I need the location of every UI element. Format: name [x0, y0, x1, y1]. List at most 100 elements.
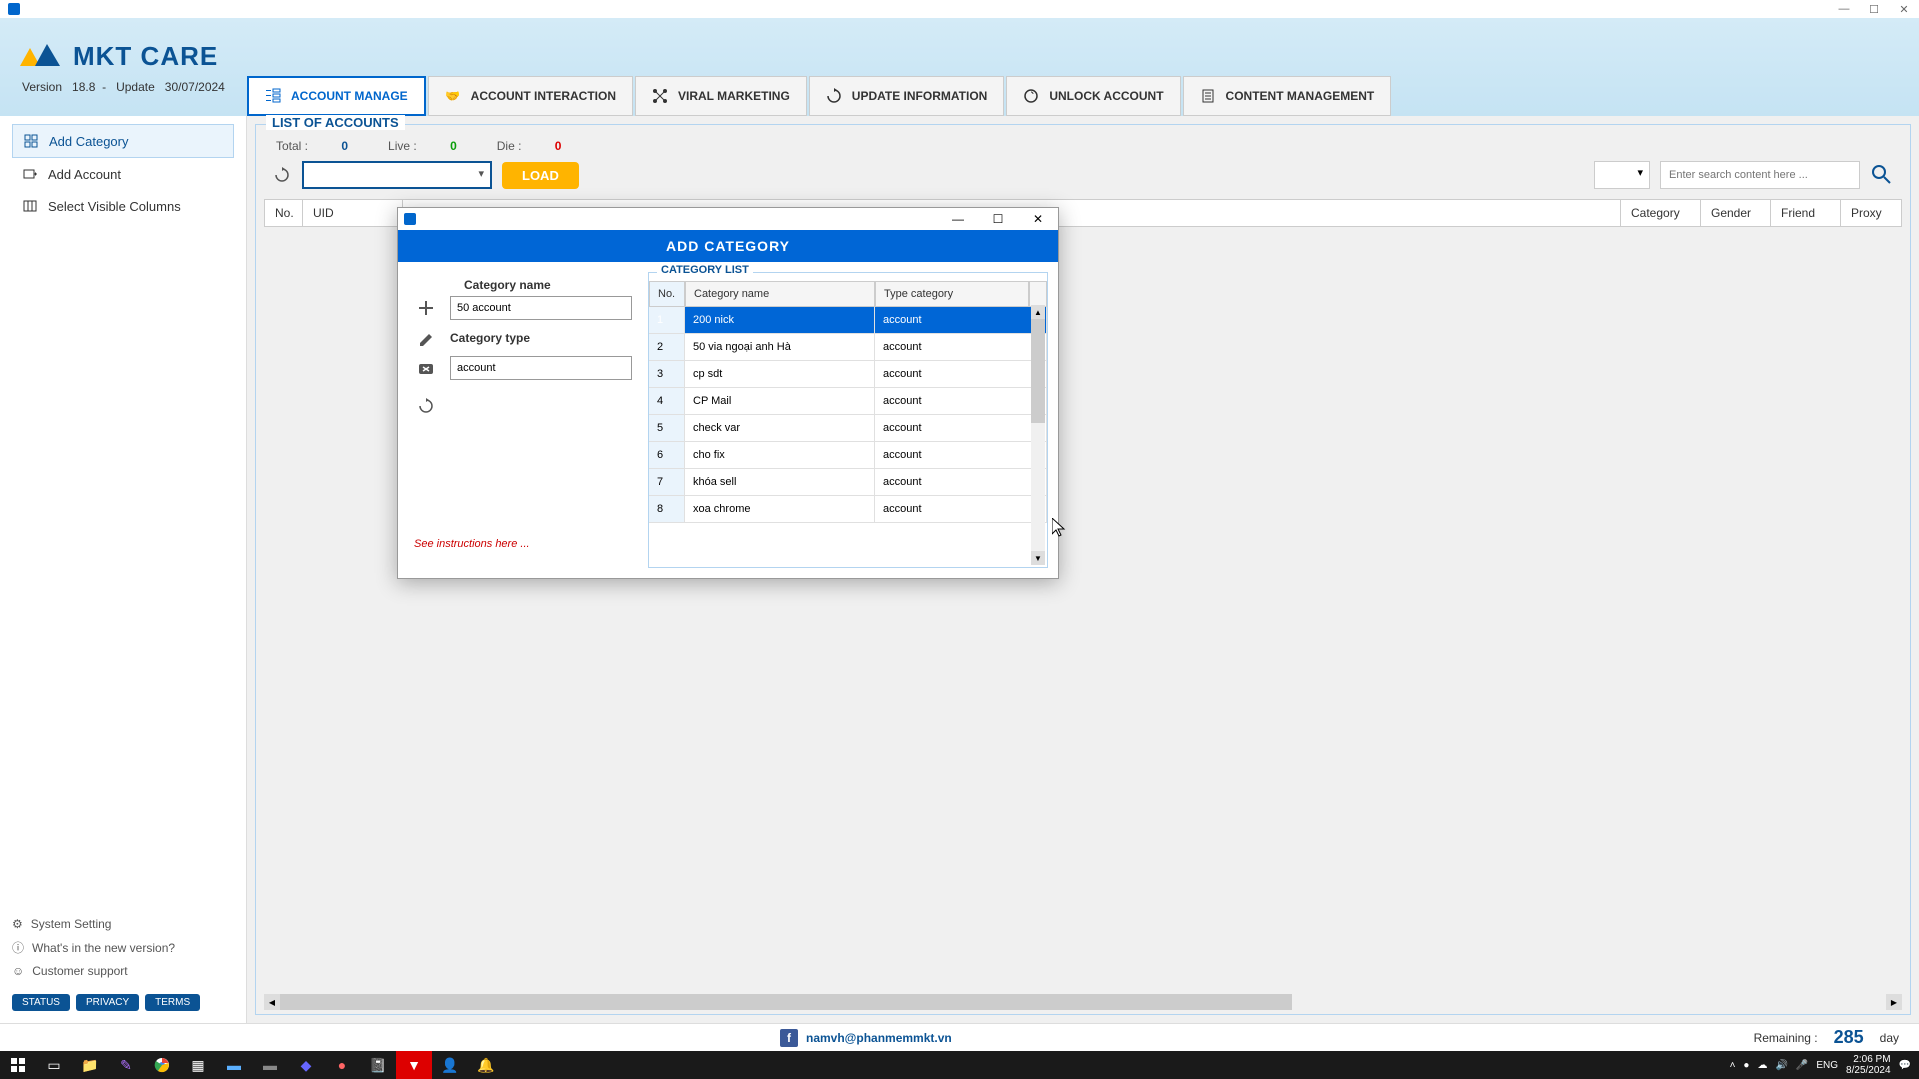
chrome-icon[interactable]: [144, 1051, 180, 1079]
category-row[interactable]: 8xoa chromeaccount: [649, 496, 1047, 523]
scroll-thumb[interactable]: [280, 994, 1292, 1010]
col-friend[interactable]: Friend: [1771, 200, 1841, 226]
modal-minimize-button[interactable]: —: [944, 210, 972, 228]
info-icon: ⓘ: [12, 939, 24, 956]
tray-mic-icon[interactable]: 🎤: [1796, 1060, 1808, 1071]
cat-cell-no: 1: [649, 307, 685, 333]
stat-label: Die :: [497, 139, 522, 153]
sidebar-item-add-account[interactable]: Add Account: [12, 158, 234, 190]
tray-cloud-icon[interactable]: ☁: [1757, 1060, 1767, 1071]
scroll-up-arrow[interactable]: ▲: [1031, 305, 1045, 319]
facebook-icon[interactable]: f: [780, 1029, 798, 1047]
tab-label: VIRAL MARKETING: [678, 89, 790, 103]
tray-icon-1[interactable]: ●: [1743, 1060, 1749, 1071]
modal-maximize-button[interactable]: ☐: [984, 210, 1012, 228]
filter-select[interactable]: [1594, 161, 1650, 189]
stat-label: Total :: [276, 139, 308, 153]
customer-support-link[interactable]: ☺ Customer support: [12, 960, 234, 982]
category-row[interactable]: 4CP Mailaccount: [649, 388, 1047, 415]
scroll-down-arrow[interactable]: ▼: [1031, 551, 1045, 565]
app-icon-5[interactable]: ◆: [288, 1051, 324, 1079]
tray-chevron-icon[interactable]: ˄: [1730, 1060, 1736, 1071]
app-icon-3[interactable]: ▬: [216, 1051, 252, 1079]
col-uid[interactable]: UID: [303, 200, 403, 226]
status-badge[interactable]: STATUS: [12, 994, 70, 1011]
cat-cell-type: account: [875, 415, 1047, 441]
tab-viral-marketing[interactable]: VIRAL MARKETING: [635, 76, 807, 116]
taskbar-clock[interactable]: 2:06 PM 8/25/2024: [1846, 1054, 1891, 1076]
app-icon-2[interactable]: ▦: [180, 1051, 216, 1079]
scroll-right-arrow[interactable]: ▶: [1886, 994, 1902, 1010]
category-vertical-scrollbar[interactable]: ▲ ▼: [1031, 305, 1045, 565]
file-explorer-icon[interactable]: 📁: [72, 1051, 108, 1079]
scroll-left-arrow[interactable]: ◀: [264, 994, 280, 1010]
whats-new-link[interactable]: ⓘ What's in the new version?: [12, 935, 234, 960]
version-info: Version 18.8 - Update 30/07/2024: [22, 80, 225, 94]
stat-live: Live : 0: [388, 139, 457, 153]
tab-update-information[interactable]: UPDATE INFORMATION: [809, 76, 1005, 116]
category-row[interactable]: 7khóa sellaccount: [649, 469, 1047, 496]
app-icon-1[interactable]: ✎: [108, 1051, 144, 1079]
refresh-button[interactable]: [414, 394, 438, 418]
minimize-button[interactable]: —: [1837, 2, 1851, 16]
scroll-thumb[interactable]: [1031, 319, 1045, 423]
system-setting-link[interactable]: ⚙ System Setting: [12, 913, 234, 935]
category-row[interactable]: 3cp sdtaccount: [649, 361, 1047, 388]
notifications-icon[interactable]: 💬: [1899, 1060, 1911, 1071]
category-row[interactable]: 6cho fixaccount: [649, 442, 1047, 469]
add-button[interactable]: [414, 296, 438, 320]
cat-col-type[interactable]: Type category: [875, 281, 1029, 307]
app-icon-10[interactable]: 🔔: [468, 1051, 504, 1079]
maximize-button[interactable]: ☐: [1867, 2, 1881, 16]
cat-cell-type: account: [875, 442, 1047, 468]
sidebar-item-add-category[interactable]: Add Category: [12, 124, 234, 158]
terms-badge[interactable]: TERMS: [145, 994, 200, 1011]
app-icon-7[interactable]: 📓: [360, 1051, 396, 1079]
instructions-link[interactable]: See instructions here ...: [414, 538, 632, 550]
category-row[interactable]: 250 via ngoại anh Hàaccount: [649, 334, 1047, 361]
tray-volume-icon[interactable]: 🔊: [1775, 1060, 1787, 1071]
start-button[interactable]: [0, 1051, 36, 1079]
contact-email[interactable]: namvh@phanmemmkt.vn: [806, 1031, 952, 1045]
tab-account-interaction[interactable]: 🤝 ACCOUNT INTERACTION: [428, 76, 633, 116]
cat-cell-no: 6: [649, 442, 685, 468]
category-type-label: Category type: [450, 331, 632, 345]
app-icon-6[interactable]: ●: [324, 1051, 360, 1079]
cat-cell-no: 3: [649, 361, 685, 387]
tab-label: ACCOUNT INTERACTION: [471, 89, 616, 103]
tab-label: CONTENT MANAGEMENT: [1226, 89, 1375, 103]
category-row[interactable]: 1200 nickaccount: [649, 307, 1047, 334]
task-view-icon[interactable]: ▭: [36, 1051, 72, 1079]
close-button[interactable]: ✕: [1897, 2, 1911, 16]
category-dropdown[interactable]: [302, 161, 492, 189]
category-name-input[interactable]: [450, 296, 632, 320]
delete-button[interactable]: [414, 356, 438, 380]
col-category[interactable]: Category: [1621, 200, 1701, 226]
app-icon-9[interactable]: 👤: [432, 1051, 468, 1079]
cat-cell-no: 2: [649, 334, 685, 360]
cat-cell-no: 5: [649, 415, 685, 441]
col-gender[interactable]: Gender: [1701, 200, 1771, 226]
document-icon: [1200, 88, 1216, 104]
tray-lang[interactable]: ENG: [1816, 1060, 1838, 1071]
cat-col-no[interactable]: No.: [649, 281, 685, 307]
refresh-button[interactable]: [272, 165, 292, 185]
load-button[interactable]: LOAD: [502, 162, 579, 189]
modal-close-button[interactable]: ✕: [1024, 210, 1052, 228]
privacy-badge[interactable]: PRIVACY: [76, 994, 139, 1011]
app-icon-4[interactable]: ▬: [252, 1051, 288, 1079]
col-no[interactable]: No.: [265, 200, 303, 226]
tab-content-management[interactable]: CONTENT MANAGEMENT: [1183, 76, 1392, 116]
search-input[interactable]: [1660, 161, 1860, 189]
col-proxy[interactable]: Proxy: [1841, 200, 1901, 226]
category-type-input[interactable]: [450, 356, 632, 380]
search-icon[interactable]: [1870, 163, 1894, 187]
category-row[interactable]: 5check varaccount: [649, 415, 1047, 442]
tab-unlock-account[interactable]: UNLOCK ACCOUNT: [1006, 76, 1180, 116]
tab-account-manage[interactable]: ACCOUNT MANAGE: [247, 76, 426, 116]
edit-button[interactable]: [414, 328, 438, 352]
sidebar-item-select-columns[interactable]: Select Visible Columns: [12, 190, 234, 222]
horizontal-scrollbar[interactable]: ◀ ▶: [264, 994, 1902, 1010]
app-icon-8[interactable]: ▼: [396, 1051, 432, 1079]
cat-col-name[interactable]: Category name: [685, 281, 875, 307]
